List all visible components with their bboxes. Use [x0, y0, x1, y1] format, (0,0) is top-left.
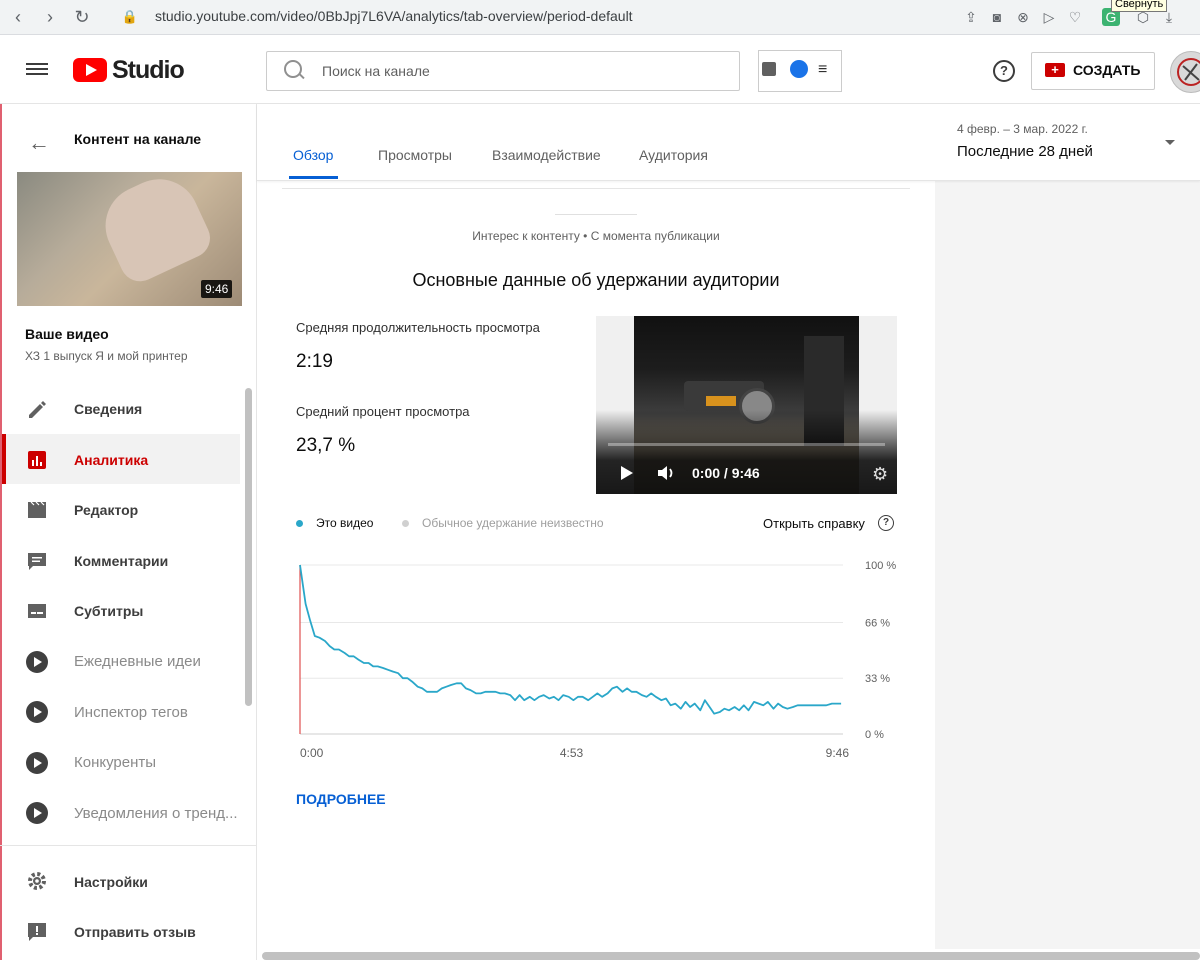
extension-toolbar: ≡: [758, 50, 842, 92]
lock-icon: 🔒: [121, 9, 139, 24]
more-link[interactable]: ПОДРОБНЕЕ: [296, 791, 386, 807]
play-icon[interactable]: [621, 466, 633, 480]
sidebar-item-label: Комментарии: [74, 553, 169, 569]
section-title: Основные данные об удержании аудитории: [412, 270, 780, 290]
period-selector[interactable]: Последние 28 дней: [957, 143, 1093, 160]
menu-icon[interactable]: [26, 60, 48, 80]
sidebar-item-label: Уведомления о тренд...: [74, 805, 238, 822]
feedback-icon: [28, 923, 46, 941]
back-arrow-icon[interactable]: ←: [28, 130, 50, 156]
search-placeholder: Поиск на канале: [322, 63, 430, 79]
extension-menu-icon[interactable]: ≡: [818, 61, 827, 79]
analytics-icon: [28, 451, 46, 469]
clapper-icon: [28, 501, 46, 518]
sidebar-item-label: Настройки: [74, 874, 148, 890]
section-divider: [555, 214, 637, 215]
y-tick-label: 0 %: [865, 729, 884, 741]
player-controls: [596, 410, 897, 494]
tab-overview[interactable]: Обзор: [293, 147, 333, 163]
date-range[interactable]: 4 февр. – 3 мар. 2022 г.: [957, 122, 1088, 136]
sidebar-item-label: Инспектор тегов: [74, 704, 188, 721]
player-settings-icon[interactable]: ⚙: [872, 464, 888, 485]
subtitles-icon: [28, 604, 46, 618]
comment-icon: [28, 553, 46, 570]
create-button-label: СОЗДАТЬ: [1073, 62, 1141, 78]
active-tab-underline: [289, 176, 338, 179]
avg-percent-value: 23,7 %: [296, 435, 356, 456]
reload-icon[interactable]: ↻: [72, 7, 92, 27]
legend-this-video: Это видео: [316, 516, 374, 530]
extension-icon: [26, 651, 48, 673]
help-link[interactable]: Открыть справку: [763, 516, 865, 531]
tab-engagement[interactable]: Взаимодействие: [492, 147, 601, 163]
y-tick-label: 100 %: [865, 560, 896, 572]
video-frame-part: [706, 396, 736, 406]
tab-views[interactable]: Просмотры: [378, 147, 452, 163]
horizontal-scrollbar[interactable]: [262, 952, 1200, 960]
sidebar-title: Контент на канале: [74, 131, 202, 147]
your-video-label: Ваше видео: [25, 326, 109, 342]
legend-this-video-dot: [296, 520, 303, 527]
x-tick-label: 0:00: [300, 746, 324, 760]
help-icon[interactable]: ?: [993, 60, 1015, 82]
search-icon: [284, 60, 302, 78]
address-bar[interactable]: studio.youtube.com/video/0BbJpj7L6VA/ana…: [155, 8, 633, 24]
youtube-logo-icon[interactable]: [73, 58, 107, 82]
sidebar-item-label: Отправить отзыв: [74, 924, 196, 940]
extension-icon: [26, 752, 48, 774]
y-tick-label: 33 %: [865, 673, 890, 685]
extension-stats-icon[interactable]: [762, 62, 776, 76]
player-progress-bar[interactable]: [608, 443, 885, 446]
sidebar-item-label: Субтитры: [74, 603, 144, 619]
create-video-icon: +: [1045, 63, 1065, 77]
help-icon[interactable]: ?: [878, 515, 894, 531]
back-icon[interactable]: ‹: [8, 7, 28, 27]
section-context: Интерес к контенту • С момента публикаци…: [472, 229, 720, 243]
avatar-image: [1177, 58, 1200, 86]
extension-icon: [26, 701, 48, 723]
retention-line: [299, 564, 842, 715]
sidebar-item-label: Конкуренты: [74, 754, 157, 771]
card-divider: [282, 188, 910, 189]
forward-icon[interactable]: ›: [40, 7, 60, 27]
tab-audience[interactable]: Аудитория: [639, 147, 708, 163]
tooltip: Свернуть: [1111, 0, 1168, 12]
legend-typical-dot: [402, 520, 409, 527]
sidebar-scrollbar[interactable]: [245, 388, 252, 706]
extension-play-icon[interactable]: [790, 60, 808, 78]
send-icon[interactable]: ▷: [1040, 8, 1058, 26]
active-indicator: [2, 434, 6, 484]
avg-percent-label: Средний процент просмотра: [296, 404, 470, 419]
volume-icon[interactable]: [656, 464, 676, 482]
gear-icon: [28, 872, 46, 890]
y-tick-label: 66 %: [865, 617, 890, 629]
camera-icon[interactable]: ◙: [988, 8, 1006, 26]
sidebar-item-label: Сведения: [74, 401, 143, 417]
retention-chart: 100 % 66 % 33 % 0 % 0:00 4:53 9:46: [299, 560, 896, 760]
x-tick-label: 9:46: [826, 746, 850, 760]
sidebar-item-label: Редактор: [74, 502, 139, 518]
heart-icon[interactable]: ♡: [1066, 8, 1084, 26]
sidebar-item-label: Аналитика: [74, 452, 149, 468]
extension-icon: [26, 802, 48, 824]
player-time: 0:00 / 9:46: [692, 465, 760, 481]
avg-duration-value: 2:19: [296, 351, 333, 372]
chevron-down-icon[interactable]: [1165, 140, 1175, 145]
sidebar-item-label: Ежедневные идеи: [74, 653, 201, 670]
sidebar-divider: [0, 845, 256, 846]
share-icon[interactable]: ⇪: [962, 8, 980, 26]
avg-duration-label: Средняя продолжительность просмотра: [296, 320, 540, 335]
legend-typical: Обычное удержание неизвестно: [422, 516, 604, 530]
video-title: ХЗ 1 выпуск Я и мой принтер: [25, 349, 188, 363]
pencil-icon: [29, 401, 46, 418]
x-tick-label: 4:53: [560, 746, 584, 760]
block-icon[interactable]: ⊗: [1014, 8, 1032, 26]
studio-logo-text[interactable]: Studio: [112, 56, 185, 85]
